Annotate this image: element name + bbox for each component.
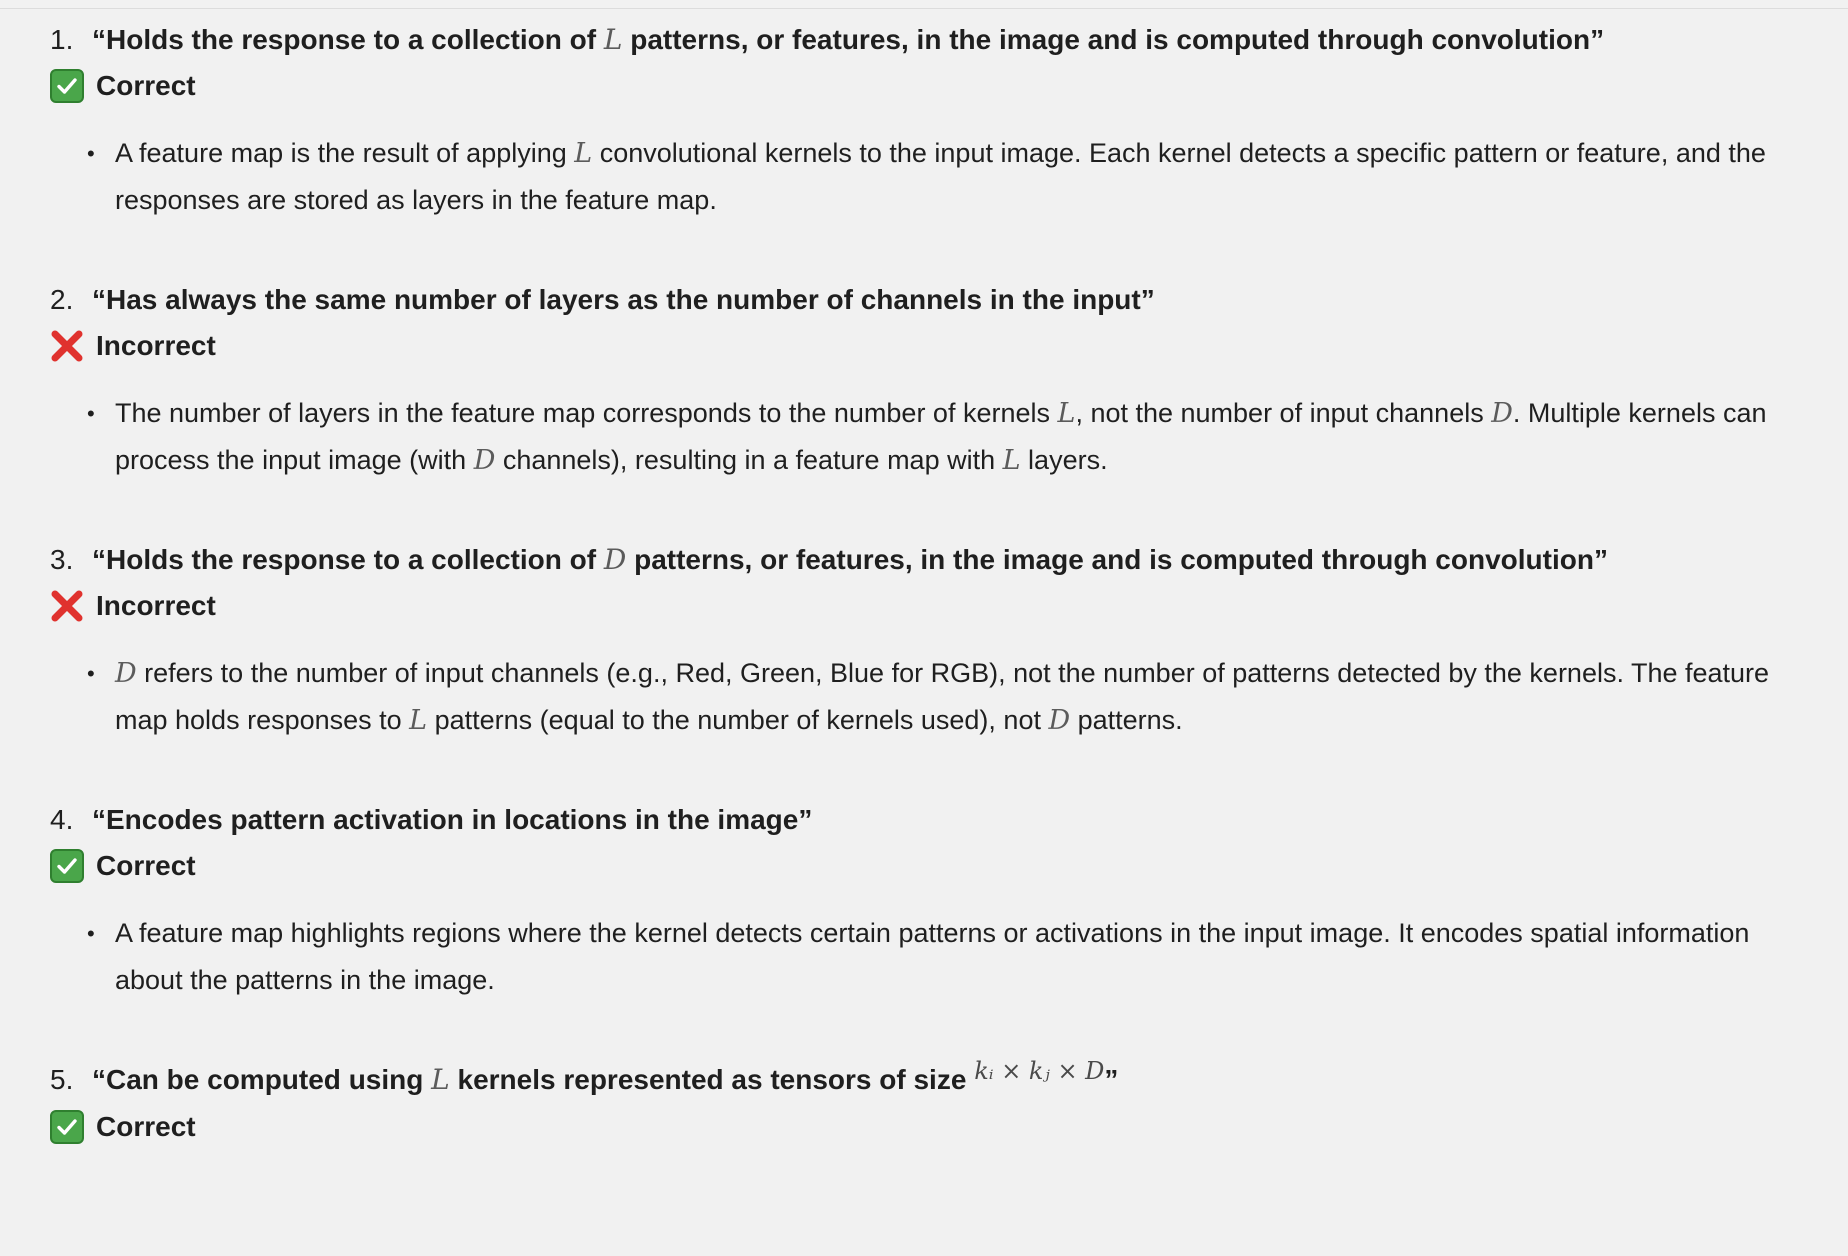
verdict-row: Correct: [50, 1105, 1810, 1149]
verdict-row: Correct: [50, 64, 1810, 108]
explanation: • D refers to the number of input channel…: [50, 650, 1810, 744]
item-number: 5.: [50, 1064, 74, 1095]
explanation: • A feature map highlights regions where …: [50, 910, 1810, 1004]
top-divider: [0, 8, 1848, 9]
bullet-point: • A feature map highlights regions where …: [87, 910, 1810, 1004]
bullet-dot: •: [87, 661, 95, 686]
math-variable: D: [603, 543, 627, 576]
question-statement: 3. “Holds the response to a collection of…: [50, 538, 1810, 582]
check-mark-icon: [50, 69, 84, 103]
item-number: 1.: [50, 24, 74, 55]
list-item: 1. “Holds the response to a collection of…: [50, 18, 1810, 224]
bullet-dot: •: [87, 141, 95, 166]
bullet-dot: •: [87, 921, 95, 946]
math-variable: L: [431, 1063, 450, 1096]
bullet-point: • A feature map is the result of applying…: [87, 130, 1810, 224]
question-statement: 1. “Holds the response to a collection of…: [50, 18, 1810, 62]
list-item: 3. “Holds the response to a collection of…: [50, 538, 1810, 744]
verdict-row: Correct: [50, 844, 1810, 888]
item-number: 2.: [50, 284, 74, 315]
math-expression: kᵢ × kⱼ × D: [974, 1057, 1105, 1085]
explanation: • The number of layers in the feature map…: [50, 390, 1810, 484]
list-item: 2. “Has always the same number of layers …: [50, 278, 1810, 484]
check-mark-icon: [50, 1110, 84, 1144]
bullet-dot: •: [87, 401, 95, 426]
list-item: 5. “Can be computed using L kernels repre…: [50, 1057, 1810, 1149]
verdict-label: Incorrect: [96, 330, 216, 361]
check-mark-icon: [50, 849, 84, 883]
question-statement: 2. “Has always the same number of layers …: [50, 278, 1810, 322]
cross-mark-icon: [50, 329, 84, 363]
answer-list: 1. “Holds the response to a collection of…: [50, 18, 1810, 1203]
verdict-label: Incorrect: [96, 590, 216, 621]
question-statement: 5. “Can be computed using L kernels repre…: [50, 1057, 1810, 1103]
bullet-point: • The number of layers in the feature map…: [87, 390, 1810, 484]
verdict-row: Incorrect: [50, 324, 1810, 368]
bullet-point: • D refers to the number of input channel…: [87, 650, 1810, 744]
math-variable: L: [603, 23, 623, 56]
item-number: 4.: [50, 804, 74, 835]
cross-mark-icon: [50, 589, 84, 623]
verdict-label: Correct: [96, 70, 196, 101]
explanation: • A feature map is the result of applying…: [50, 130, 1810, 224]
verdict-label: Correct: [96, 850, 196, 881]
item-number: 3.: [50, 544, 74, 575]
verdict-label: Correct: [96, 1111, 196, 1142]
question-statement: 4. “Encodes pattern activation in locatio…: [50, 798, 1810, 842]
verdict-row: Incorrect: [50, 584, 1810, 628]
list-item: 4. “Encodes pattern activation in locatio…: [50, 798, 1810, 1004]
